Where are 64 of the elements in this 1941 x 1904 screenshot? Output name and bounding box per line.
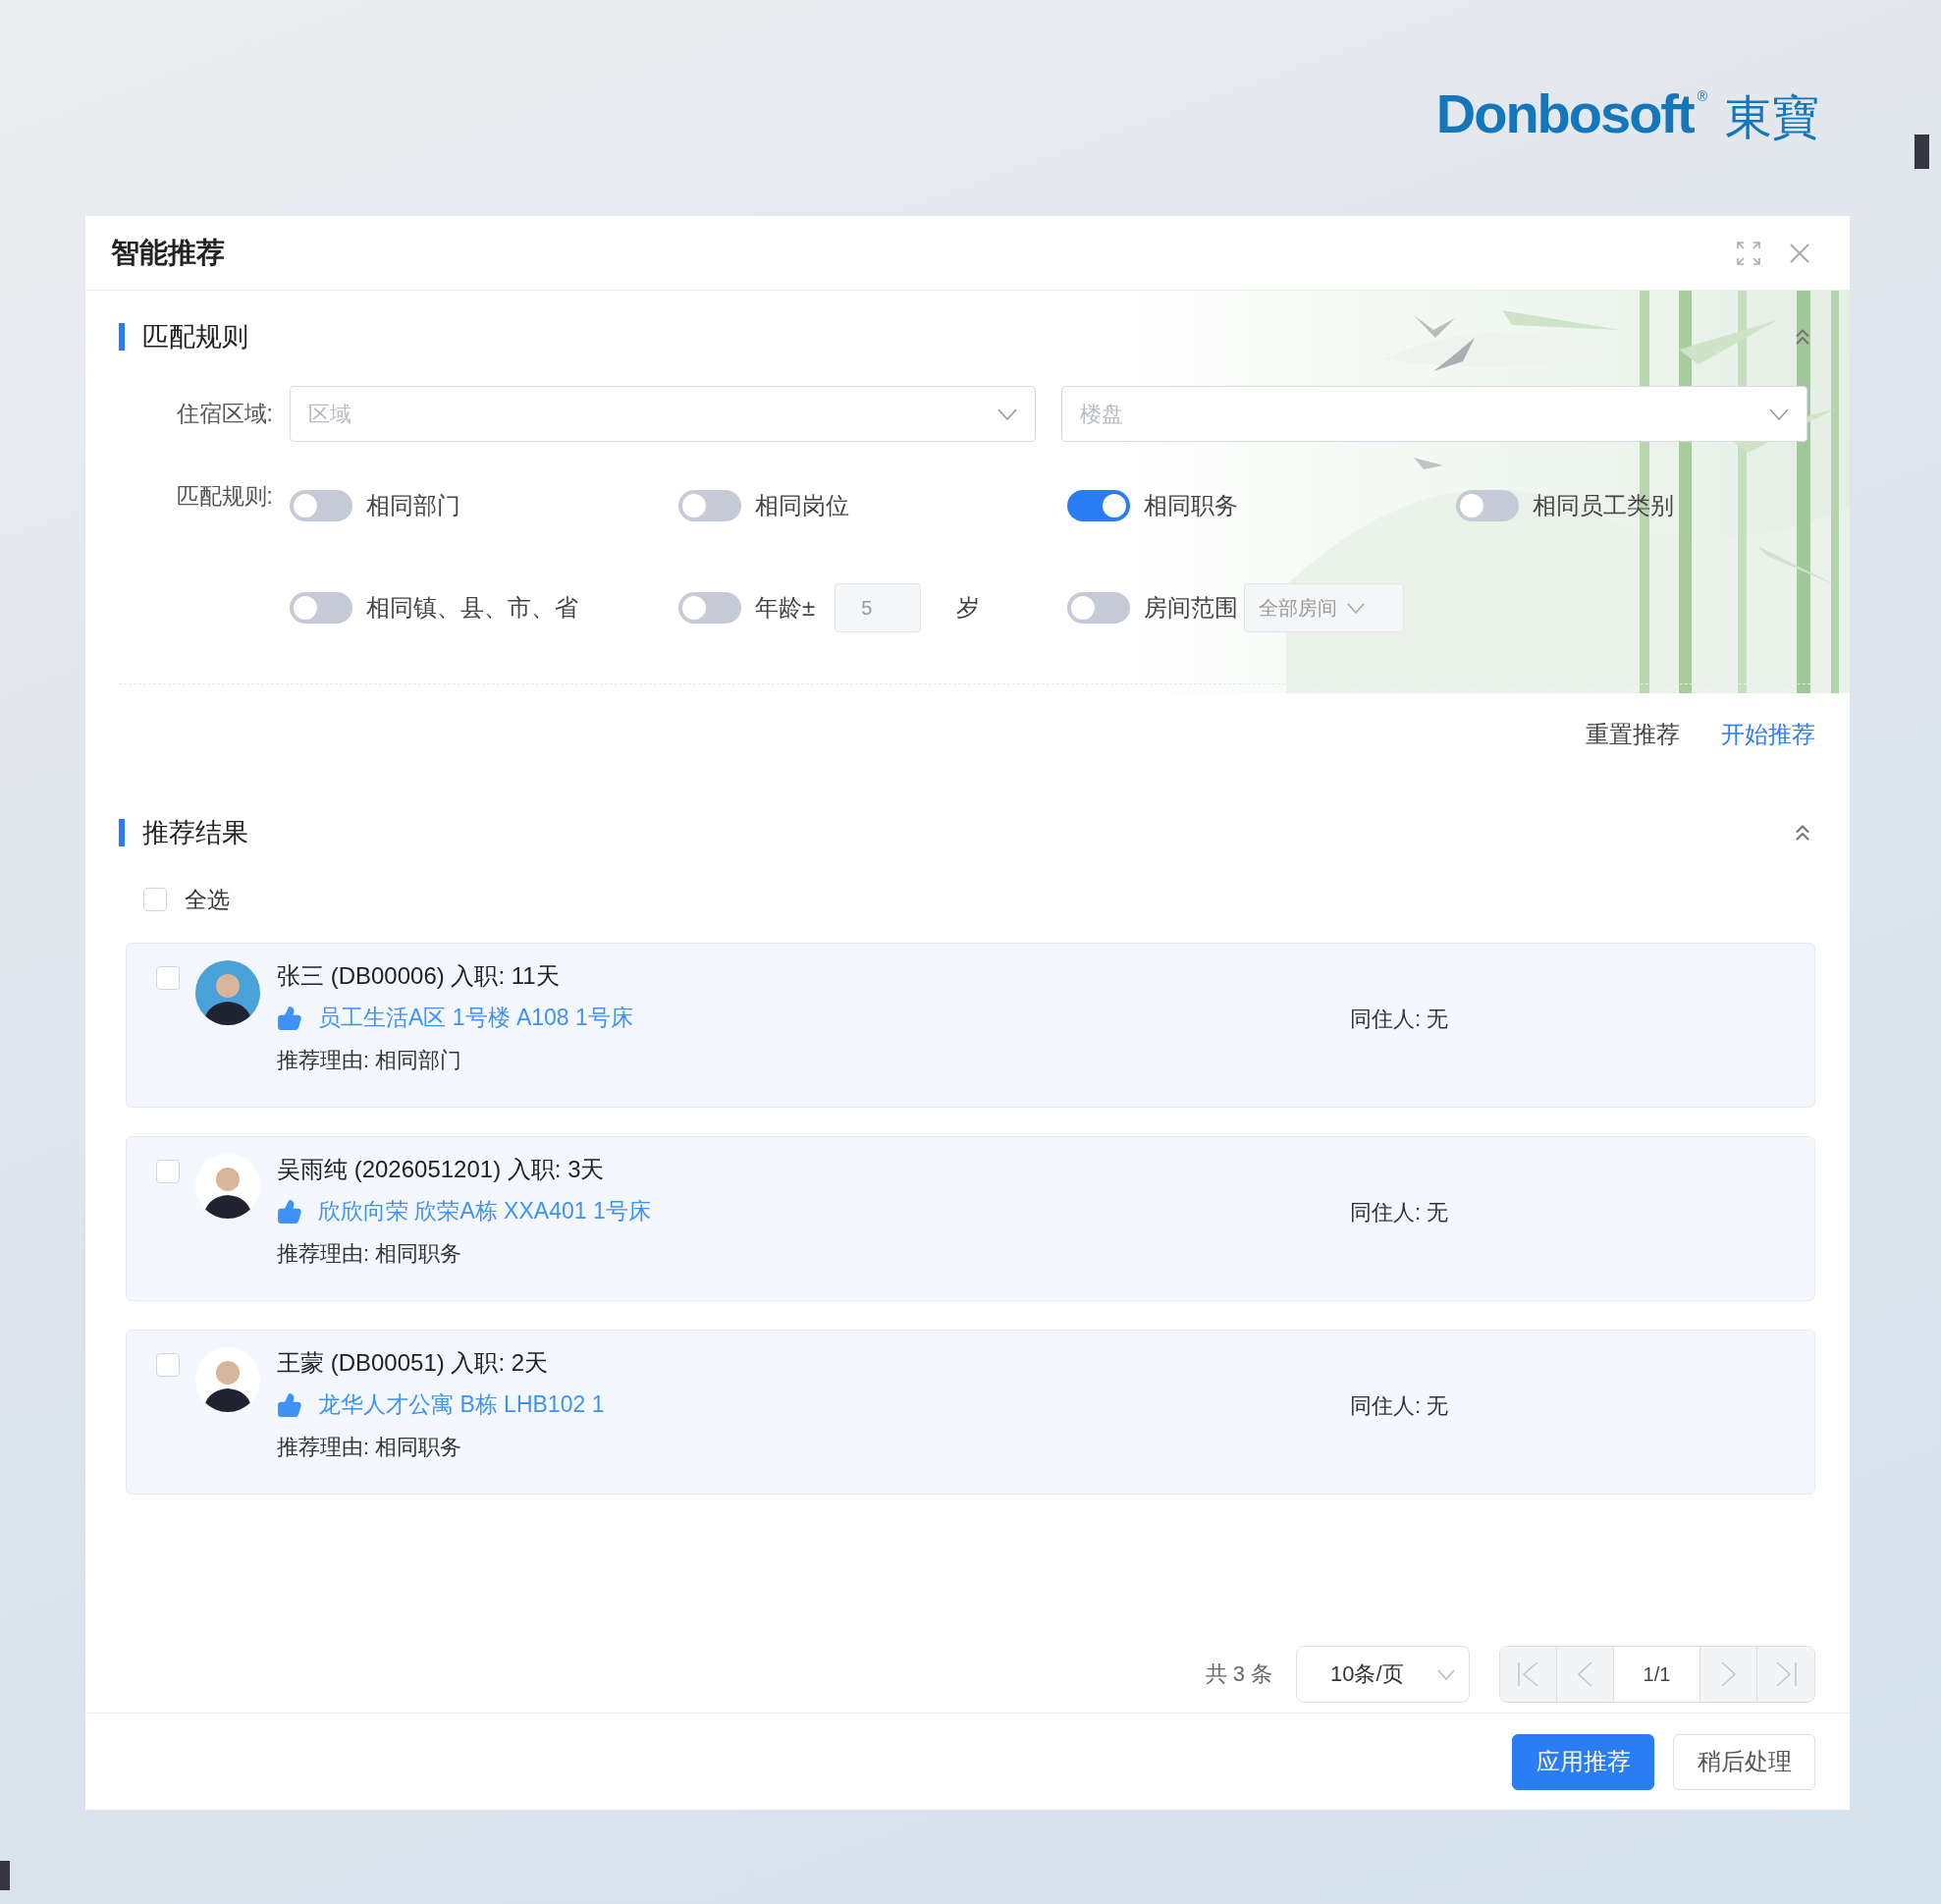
chevron-down-icon [1347, 602, 1365, 614]
reason-text: 推荐理由: 相同部门 [277, 1047, 463, 1074]
thumbs-up-icon [277, 1391, 302, 1418]
field-label: 住宿区域: [175, 400, 274, 428]
room-select[interactable]: 全部房间 [1244, 583, 1404, 632]
toggle-label: 相同职务 [1144, 491, 1238, 520]
dialog-title: 智能推荐 [111, 235, 225, 270]
unit-label: 岁 [956, 593, 981, 623]
roommate-text: 同住人: 无 [1350, 1199, 1449, 1226]
toggle-label: 相同镇、县、市、省 [366, 593, 578, 623]
checkbox[interactable] [143, 888, 167, 911]
total-count: 共 3 条 [1205, 1660, 1272, 1688]
section-title: 匹配规则 [119, 323, 248, 351]
section-title: 推荐结果 [119, 819, 248, 846]
toggle-switch[interactable] [290, 490, 352, 521]
room-link[interactable]: 欣欣向荣 欣荣A栋 XXA401 1号床 [318, 1196, 651, 1226]
toggle-label: 年龄± [755, 593, 816, 623]
chevron-down-icon [997, 408, 1017, 420]
toggle-label: 相同部门 [366, 491, 460, 520]
roommate-text: 同住人: 无 [1350, 1006, 1449, 1033]
room-link[interactable]: 员工生活A区 1号楼 A108 1号床 [318, 1003, 633, 1033]
select-field[interactable]: 楼盘 [1061, 386, 1807, 442]
room-link[interactable]: 龙华人才公寓 B栋 LHB102 1 [318, 1389, 605, 1420]
scroll-marker [0, 1861, 10, 1890]
action-link[interactable]: 开始推荐 [1721, 719, 1815, 750]
thumbs-up-icon [277, 1005, 302, 1031]
toggle-switch[interactable] [290, 592, 352, 624]
toggle-label: 房间范围 [1144, 593, 1238, 623]
toggle-label: 相同员工类别 [1533, 491, 1674, 520]
select-field[interactable]: 区域 [290, 386, 1036, 442]
last-page-icon [1775, 1661, 1797, 1687]
employee-heading: 张三 (DB00006) 入职: 11天 [277, 961, 561, 990]
roommate-text: 同住人: 无 [1350, 1392, 1449, 1420]
age-input[interactable]: 5 [835, 583, 922, 632]
first-page-icon [1518, 1661, 1538, 1687]
action-link[interactable]: 重置推荐 [1586, 719, 1680, 750]
checkbox-label: 全选 [185, 885, 230, 914]
checkbox[interactable] [156, 1160, 180, 1183]
toggle-label: 相同岗位 [755, 491, 849, 520]
toggle-switch[interactable] [1067, 592, 1130, 624]
scroll-marker [1914, 135, 1929, 169]
chevron-right-icon [1721, 1661, 1736, 1687]
thumbs-up-icon [277, 1198, 302, 1224]
employee-heading: 王蒙 (DB00051) 入职: 2天 [277, 1348, 550, 1377]
chevron-down-icon [1437, 1668, 1455, 1680]
registered-mark: ® [1697, 88, 1707, 104]
employee-heading: 吴雨纯 (2026051201) 入职: 3天 [277, 1155, 606, 1183]
toggle-switch[interactable] [678, 490, 741, 521]
checkbox[interactable] [156, 1353, 180, 1377]
later-button[interactable]: 稍后处理 [1673, 1733, 1815, 1790]
logo-calligraphy: 東寶 [1724, 88, 1820, 146]
chevron-left-icon [1578, 1661, 1592, 1687]
reason-text: 推荐理由: 相同职务 [277, 1434, 463, 1461]
reason-text: 推荐理由: 相同职务 [277, 1240, 463, 1268]
field-label: 匹配规则: [175, 482, 274, 511]
checkbox[interactable] [156, 966, 180, 990]
fullscreen-icon[interactable] [1736, 240, 1761, 266]
logo-wordmark: Donbosoft [1435, 86, 1694, 141]
toggle-switch[interactable] [1456, 490, 1519, 521]
page-size-select[interactable]: 10条/页 [1296, 1646, 1470, 1703]
chevron-down-icon [1769, 408, 1789, 420]
apply-button[interactable]: 应用推荐 [1512, 1733, 1654, 1790]
toggle-switch[interactable] [678, 592, 741, 624]
toggle-switch[interactable] [1067, 490, 1130, 521]
